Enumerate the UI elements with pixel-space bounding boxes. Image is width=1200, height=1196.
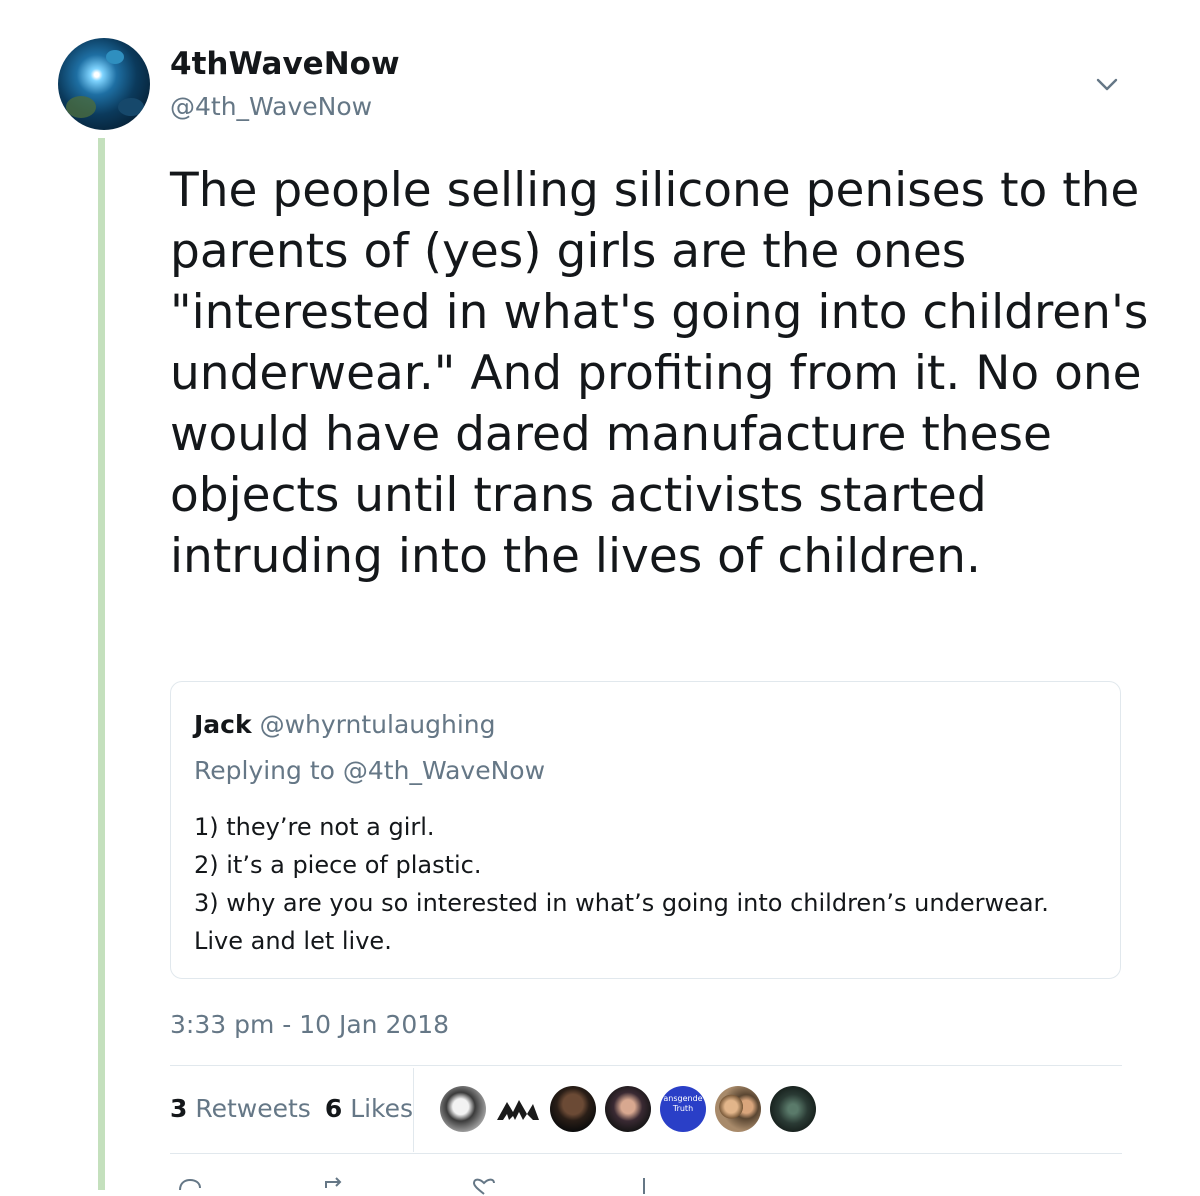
quoted-tweet-text: 1) they’re not a girl. 2) it’s a piece o… (194, 808, 1094, 960)
author-handle[interactable]: @4th_WaveNow (170, 90, 372, 124)
like-icon[interactable] (470, 1176, 498, 1196)
quoted-tweet[interactable]: Jack @whyrntulaughing Replying to @4th_W… (170, 681, 1121, 979)
stats-separator (413, 1068, 414, 1152)
tweet-actions (170, 1176, 770, 1196)
retweets-link[interactable]: 3 Retweets (170, 1094, 311, 1123)
quoted-author: Jack @whyrntulaughing (194, 708, 495, 742)
engagement-stats: 3 Retweets 6 Likes (170, 1092, 413, 1126)
chevron-down-icon[interactable] (1092, 70, 1122, 100)
badge-text-bottom: Truth (672, 1104, 694, 1113)
quoted-author-name: Jack (194, 710, 252, 739)
likes-count: 6 (324, 1094, 343, 1123)
quoted-line-2: 2) it’s a piece of plastic. (194, 851, 482, 879)
avatar-couple[interactable] (715, 1086, 761, 1132)
author-avatar[interactable] (58, 38, 150, 130)
thread-connector-line (98, 138, 105, 1190)
replying-to-handle[interactable]: @4th_WaveNow (343, 756, 545, 785)
divider-bottom (170, 1153, 1122, 1154)
avatar-mountain-logo[interactable] (495, 1086, 541, 1132)
avatar-forest[interactable] (770, 1086, 816, 1132)
tweet-timestamp[interactable]: 3:33 pm - 10 Jan 2018 (170, 1008, 449, 1042)
quoted-line-1: 1) they’re not a girl. (194, 813, 435, 841)
retweets-label: Retweets (195, 1094, 311, 1123)
retweets-count: 3 (170, 1094, 188, 1123)
share-icon[interactable] (630, 1176, 658, 1196)
avatar-man-dark[interactable] (550, 1086, 596, 1132)
likes-label: Likes (350, 1094, 414, 1123)
avatar-transgender-truth-badge[interactable]: ansgende Truth (660, 1086, 706, 1132)
quoted-line-3: 3) why are you so interested in what’s g… (194, 889, 1049, 955)
replying-prefix: Replying to (194, 756, 335, 785)
tweet-text: The people selling silicone penises to t… (170, 163, 1149, 584)
retweet-icon[interactable] (322, 1176, 350, 1196)
replying-to-line: Replying to @4th_WaveNow (194, 754, 545, 788)
avatar-woman[interactable] (605, 1086, 651, 1132)
avatar-dog-photo[interactable] (440, 1086, 486, 1132)
author-display-name[interactable]: 4thWaveNow (170, 44, 400, 84)
reply-icon[interactable] (176, 1176, 204, 1196)
badge-text-top: ansgende (663, 1094, 703, 1103)
divider-top (170, 1065, 1122, 1066)
likes-link[interactable]: 6 Likes (325, 1094, 413, 1123)
quoted-author-handle: @whyrntulaughing (259, 710, 496, 739)
